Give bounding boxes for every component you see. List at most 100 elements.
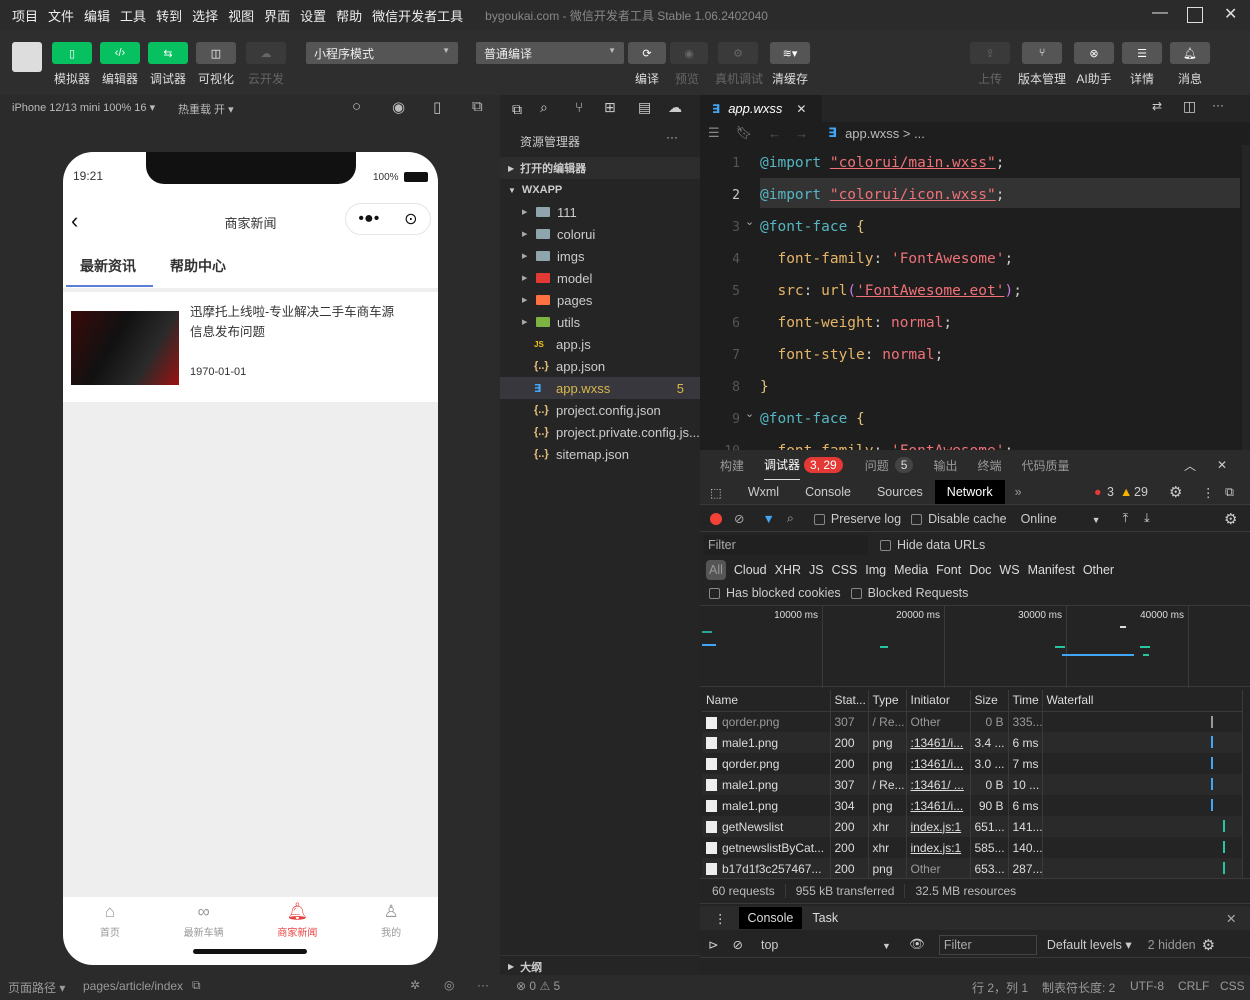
- record-button[interactable]: [710, 512, 722, 525]
- column-header[interactable]: Stat...: [830, 690, 869, 712]
- compile-button[interactable]: ⟳: [628, 42, 666, 64]
- expand-arrow-icon[interactable]: ▶: [522, 252, 534, 260]
- initiator-value[interactable]: index.js:1: [911, 820, 962, 834]
- column-header[interactable]: Initiator: [906, 690, 971, 712]
- page-path-select[interactable]: 页面路径 ▾: [8, 979, 65, 996]
- table-row[interactable]: qorder.png 307 / Re... Other 0 B 335...: [702, 711, 1243, 732]
- type-filter-ws[interactable]: WS: [999, 563, 1019, 577]
- disable-cache-checkbox[interactable]: Disable cache: [911, 512, 1007, 526]
- breadcrumb[interactable]: app.wxss > ...: [845, 126, 925, 141]
- cloud-icon[interactable]: ☁: [668, 99, 682, 116]
- more-icon[interactable]: ···: [666, 130, 678, 144]
- cursor-position[interactable]: 行 2，列 1: [972, 979, 1028, 996]
- cloud-button[interactable]: ☁: [246, 42, 286, 64]
- file-tree-item[interactable]: ▶ imgs: [500, 245, 700, 267]
- compare-icon[interactable]: ⇄: [1152, 99, 1162, 113]
- table-row[interactable]: getNewslist 200 xhr index.js:1 651... 141...: [702, 816, 1243, 837]
- menu-item[interactable]: 文件: [48, 9, 74, 24]
- close-tab-icon[interactable]: ✕: [796, 102, 806, 116]
- type-filter-font[interactable]: Font: [936, 563, 961, 577]
- type-filter-media[interactable]: Media: [894, 563, 928, 577]
- file-tree-item[interactable]: ▶ utils: [500, 311, 700, 333]
- tab-sources[interactable]: Sources: [877, 485, 923, 499]
- tab-debugger[interactable]: 调试器: [764, 450, 801, 481]
- kebab-icon[interactable]: ⋮: [1202, 485, 1215, 500]
- menu-item[interactable]: 微信开发者工具: [372, 9, 463, 24]
- import-har-icon[interactable]: ⤒: [1123, 511, 1129, 526]
- upload-button[interactable]: ⇪: [970, 42, 1010, 64]
- type-filter-cloud[interactable]: Cloud: [734, 563, 767, 577]
- extensions-icon[interactable]: ⊞: [604, 99, 616, 116]
- problems-indicator[interactable]: ⊗ 0 ⚠ 5: [516, 979, 560, 993]
- log-levels-select[interactable]: Default levels ▾: [1047, 937, 1132, 952]
- menu-item[interactable]: 转到: [156, 9, 182, 24]
- type-filter-js[interactable]: JS: [809, 563, 824, 577]
- menu-item[interactable]: 视图: [228, 9, 254, 24]
- more-icon[interactable]: •●•: [358, 210, 379, 228]
- editor-tab-app-wxss[interactable]: ∃ app.wxss ✕: [700, 95, 822, 122]
- compile-mode-select[interactable]: 普通编译 ▼: [476, 42, 624, 64]
- explorer-files-icon[interactable]: ⧉: [506, 95, 528, 124]
- maximize-button[interactable]: [1187, 7, 1203, 23]
- inspect-icon[interactable]: ⬚: [710, 485, 722, 500]
- details-button[interactable]: ☰: [1122, 42, 1162, 64]
- export-har-icon[interactable]: ⤓: [1144, 511, 1150, 526]
- ai-button[interactable]: ⊗: [1074, 42, 1114, 64]
- column-header[interactable]: Size: [970, 690, 1009, 712]
- search-icon[interactable]: ⌕: [787, 511, 794, 526]
- console-settings-icon[interactable]: ⚙: [1202, 936, 1215, 954]
- remote-debug-button[interactable]: ⚙: [718, 42, 758, 64]
- more-tabs-icon[interactable]: »: [1015, 485, 1022, 499]
- initiator-value[interactable]: Other: [911, 715, 941, 729]
- type-filter-other[interactable]: Other: [1083, 563, 1114, 577]
- hide-data-urls-checkbox[interactable]: Hide data URLs: [880, 538, 985, 552]
- popout-icon[interactable]: ⧉: [472, 98, 483, 115]
- tabbar-item[interactable]: ♙ 我的: [344, 897, 438, 947]
- table-row[interactable]: male1.png 304 png:13461/i... 90 B 6 ms: [702, 795, 1243, 816]
- clear-cache-button[interactable]: ≋▾: [770, 42, 810, 64]
- throttle-select[interactable]: Online ▼: [1021, 512, 1101, 526]
- tab-issues[interactable]: 问题: [865, 457, 889, 474]
- type-filter-manifest[interactable]: Manifest: [1028, 563, 1075, 577]
- file-tree-item[interactable]: ▶ 111: [500, 201, 700, 223]
- initiator-value[interactable]: Other: [911, 862, 941, 876]
- console-filter-input[interactable]: Filter: [938, 934, 1037, 955]
- table-row[interactable]: qorder.png 200 png:13461/i... 3.0 ... 7 ms: [702, 753, 1243, 774]
- avatar[interactable]: [12, 42, 42, 72]
- type-filter-doc[interactable]: Doc: [969, 563, 991, 577]
- encoding[interactable]: UTF-8: [1130, 979, 1164, 993]
- root-folder[interactable]: ▼ WXAPP: [500, 179, 700, 201]
- device-select[interactable]: iPhone 12/13 mini 100% 16 ▾: [12, 101, 155, 114]
- tab-terminal[interactable]: 终端: [977, 457, 1001, 474]
- version-button[interactable]: ⑂: [1022, 42, 1062, 64]
- line-ending[interactable]: CRLF: [1178, 979, 1209, 993]
- forward-icon[interactable]: →: [795, 126, 808, 141]
- fold-chevron-icon[interactable]: ⌄: [745, 215, 754, 228]
- expand-arrow-icon[interactable]: ▶: [522, 318, 534, 326]
- tab-size[interactable]: 制表符长度: 2: [1042, 979, 1115, 996]
- type-filter-xhr[interactable]: XHR: [775, 563, 801, 577]
- has-blocked-cookies-checkbox[interactable]: Has blocked cookies: [709, 586, 841, 600]
- search-icon[interactable]: ⌕: [540, 99, 548, 116]
- live-expression-icon[interactable]: 👁︎: [909, 937, 925, 952]
- initiator-value[interactable]: :13461/i...: [911, 736, 964, 750]
- editor-toggle[interactable]: ‹/›: [100, 42, 140, 64]
- dock-icon[interactable]: ⧉: [1225, 485, 1234, 500]
- filter-input[interactable]: Filter: [704, 535, 868, 555]
- tab-network[interactable]: Network: [934, 480, 1005, 504]
- debugger-toggle[interactable]: ⇆: [148, 42, 188, 64]
- type-filter-css[interactable]: CSS: [832, 563, 858, 577]
- bookmark-icon[interactable]: 🔖︎: [736, 125, 753, 141]
- mode-select[interactable]: 小程序模式 ▼: [306, 42, 458, 64]
- menu-item[interactable]: 设置: [300, 9, 326, 24]
- capsule-menu[interactable]: •●• ⊙: [345, 203, 431, 235]
- tab-help-center[interactable]: 帮助中心: [170, 256, 226, 276]
- initiator-value[interactable]: index.js:1: [911, 841, 962, 855]
- expand-arrow-icon[interactable]: ▶: [522, 230, 534, 238]
- table-row[interactable]: b17d1f3c257467... 200 png Other 653... 287...: [702, 858, 1243, 879]
- drawer-menu-icon[interactable]: ⋮: [714, 911, 727, 926]
- drawer-tab-task[interactable]: Task: [812, 911, 838, 925]
- initiator-value[interactable]: :13461/i...: [911, 757, 964, 771]
- eye-icon[interactable]: ◎: [444, 978, 454, 992]
- filter-icon[interactable]: ▼: [762, 512, 774, 526]
